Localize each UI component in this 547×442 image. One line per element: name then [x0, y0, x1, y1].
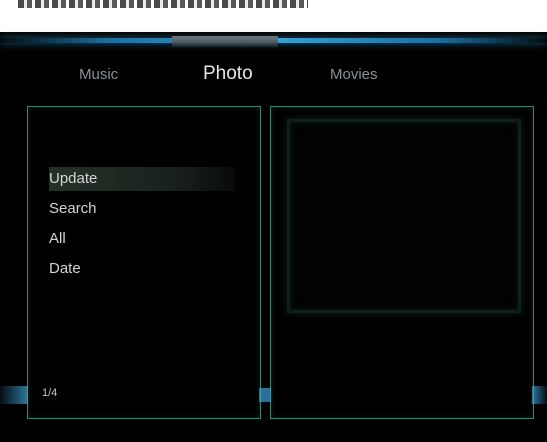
photo-preview	[287, 119, 521, 313]
footer-glow-right	[532, 386, 547, 404]
signal-artifact	[18, 0, 308, 8]
menu-item-date[interactable]: Date	[49, 257, 235, 281]
active-tab-highlight	[172, 36, 278, 48]
menu-item-search[interactable]: Search	[49, 197, 235, 221]
page-indicator: 1/4	[42, 387, 58, 399]
tab-photo[interactable]: Photo	[203, 59, 253, 89]
tab-movies[interactable]: Movies	[330, 60, 378, 90]
footer-glow-middle	[259, 388, 271, 402]
menu-item-update[interactable]: Update	[49, 167, 235, 191]
media-tabs: Music Photo Movies	[0, 60, 547, 90]
menu-panel: Update Search All Date 1/4	[27, 106, 261, 419]
tab-music[interactable]: Music	[79, 60, 118, 90]
top-banner	[0, 0, 547, 32]
media-browser-screen: Music Photo Movies Update Search All Dat…	[0, 0, 547, 442]
footer-glow-left	[0, 386, 28, 404]
menu-item-all[interactable]: All	[49, 227, 235, 251]
preview-panel	[270, 106, 534, 419]
